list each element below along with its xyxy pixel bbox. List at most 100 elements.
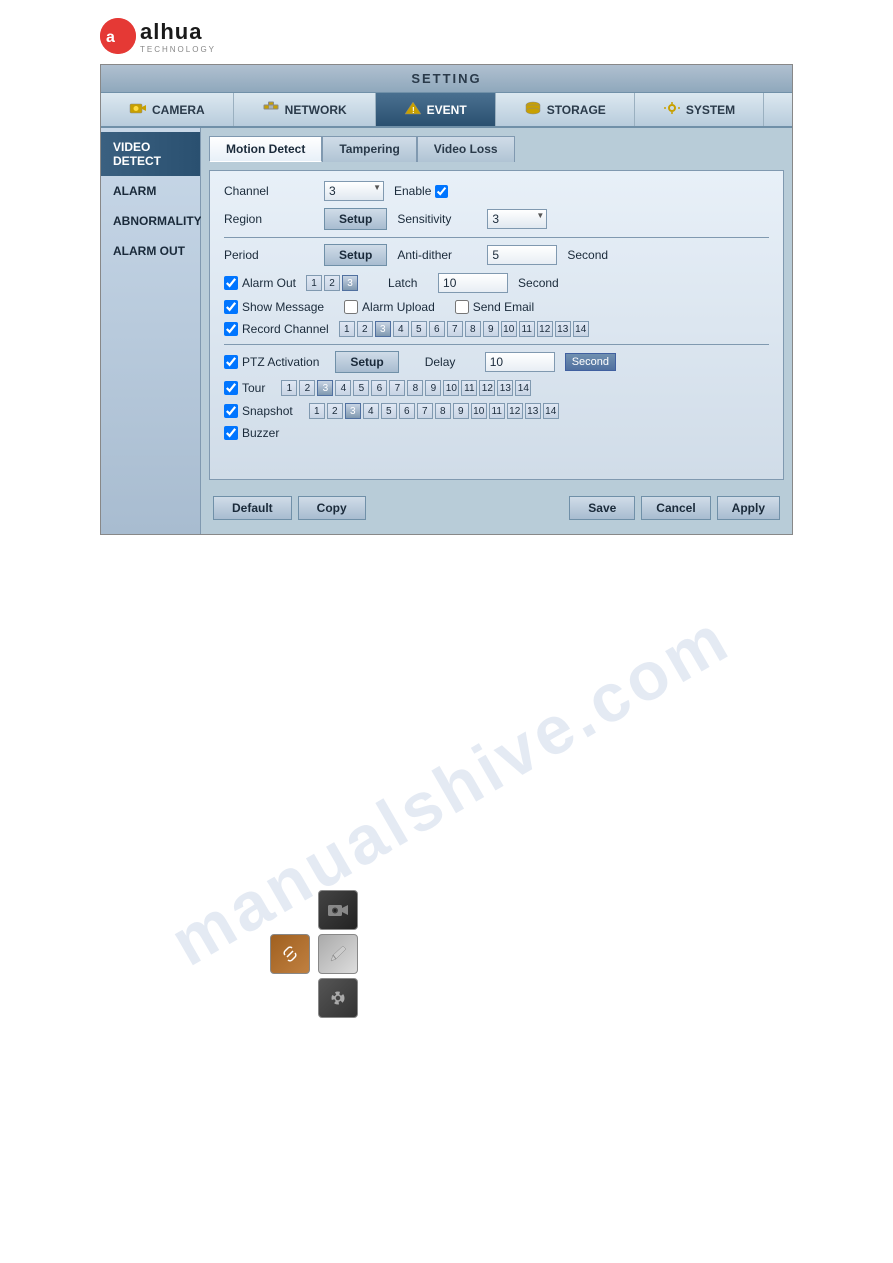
alarm-out-checkbox-label[interactable]: Alarm Out [224,276,296,290]
ptz-setup-button[interactable]: Setup [335,351,398,373]
rec-ch-4[interactable]: 4 [393,321,409,337]
tab-network[interactable]: NETWORK [234,93,376,126]
show-message-label[interactable]: Show Message [224,300,324,314]
snap-ch-13[interactable]: 13 [525,403,541,419]
latch-input[interactable] [438,273,508,293]
copy-button[interactable]: Copy [298,496,366,520]
inner-tabs: Motion Detect Tampering Video Loss [209,136,784,162]
alarm-out-ch-2[interactable]: 2 [324,275,340,291]
snapshot-checkbox[interactable] [224,404,238,418]
pencil-icon-box[interactable] [318,934,358,974]
rec-ch-10[interactable]: 10 [501,321,517,337]
tab-tampering[interactable]: Tampering [322,136,416,162]
ptz-activation-label[interactable]: PTZ Activation [224,355,319,369]
show-message-checkbox[interactable] [224,300,238,314]
rec-ch-1[interactable]: 1 [339,321,355,337]
cancel-button[interactable]: Cancel [641,496,710,520]
delay-unit-button[interactable]: Second [565,353,616,371]
snap-ch-10[interactable]: 10 [471,403,487,419]
tour-ch-12[interactable]: 12 [479,380,495,396]
channel-select[interactable]: 3 1 2 4 [324,181,384,201]
sidebar-item-video-detect[interactable]: VIDEO DETECT [101,132,200,176]
sidebar-item-alarm-out[interactable]: ALARM OUT [101,236,200,266]
rec-ch-5[interactable]: 5 [411,321,427,337]
snap-ch-3[interactable]: 3 [345,403,361,419]
tab-storage[interactable]: STORAGE [496,93,635,126]
alarm-upload-label[interactable]: Alarm Upload [344,300,435,314]
camera-icon-box[interactable] [318,890,358,930]
rec-ch-11[interactable]: 11 [519,321,535,337]
buzzer-checkbox[interactable] [224,426,238,440]
tour-ch-14[interactable]: 14 [515,380,531,396]
snap-ch-12[interactable]: 12 [507,403,523,419]
tab-motion-detect[interactable]: Motion Detect [209,136,322,162]
snapshot-checkbox-label[interactable]: Snapshot [224,404,293,418]
record-channel-checkbox-label[interactable]: Record Channel [224,322,329,336]
sidebar-item-abnormality[interactable]: ABNORMALITY [101,206,200,236]
tour-ch-1[interactable]: 1 [281,380,297,396]
snap-ch-8[interactable]: 8 [435,403,451,419]
link-icon-box[interactable] [270,934,310,974]
alarm-out-checkbox[interactable] [224,276,238,290]
ptz-activation-checkbox[interactable] [224,355,238,369]
snap-ch-6[interactable]: 6 [399,403,415,419]
snap-ch-11[interactable]: 11 [489,403,505,419]
send-email-checkbox[interactable] [455,300,469,314]
tour-ch-2[interactable]: 2 [299,380,315,396]
delay-input[interactable] [485,352,555,372]
record-channel-checkbox[interactable] [224,322,238,336]
alarm-upload-checkbox[interactable] [344,300,358,314]
tour-ch-7[interactable]: 7 [389,380,405,396]
tour-ch-6[interactable]: 6 [371,380,387,396]
content-area: Motion Detect Tampering Video Loss Chann… [201,128,792,534]
default-button[interactable]: Default [213,496,292,520]
rec-ch-8[interactable]: 8 [465,321,481,337]
tab-system[interactable]: SYSTEM [635,93,764,126]
tour-ch-10[interactable]: 10 [443,380,459,396]
rec-ch-9[interactable]: 9 [483,321,499,337]
snap-ch-4[interactable]: 4 [363,403,379,419]
period-setup-button[interactable]: Setup [324,244,387,266]
anti-dither-input[interactable] [487,245,557,265]
rec-ch-6[interactable]: 6 [429,321,445,337]
buzzer-checkbox-label[interactable]: Buzzer [224,426,279,440]
snap-ch-1[interactable]: 1 [309,403,325,419]
apply-button[interactable]: Apply [717,496,780,520]
tab-motion-detect-label: Motion Detect [226,142,305,156]
rec-ch-2[interactable]: 2 [357,321,373,337]
snap-ch-9[interactable]: 9 [453,403,469,419]
enable-checkbox[interactable] [435,185,448,198]
alarm-out-ch-1[interactable]: 1 [306,275,322,291]
send-email-label[interactable]: Send Email [455,300,534,314]
save-button[interactable]: Save [569,496,635,520]
region-setup-button[interactable]: Setup [324,208,387,230]
tour-checkbox[interactable] [224,381,238,395]
tour-ch-13[interactable]: 13 [497,380,513,396]
rec-ch-12[interactable]: 12 [537,321,553,337]
tour-checkbox-label[interactable]: Tour [224,381,265,395]
tour-ch-8[interactable]: 8 [407,380,423,396]
tour-ch-3[interactable]: 3 [317,380,333,396]
tour-ch-11[interactable]: 11 [461,380,477,396]
tour-ch-9[interactable]: 9 [425,380,441,396]
snap-ch-14[interactable]: 14 [543,403,559,419]
rec-ch-13[interactable]: 13 [555,321,571,337]
gear-icon-box[interactable] [318,978,358,1018]
tab-event[interactable]: ! EVENT [376,93,496,126]
sidebar: VIDEO DETECT ALARM ABNORMALITY ALARM OUT [101,128,201,534]
rec-ch-14[interactable]: 14 [573,321,589,337]
tab-video-loss[interactable]: Video Loss [417,136,515,162]
rec-ch-3[interactable]: 3 [375,321,391,337]
sensitivity-select[interactable]: 3 1 2 4 5 [487,209,547,229]
watermark: manualshive.com [120,520,780,1060]
snap-ch-5[interactable]: 5 [381,403,397,419]
tab-camera[interactable]: CAMERA [101,93,234,126]
sidebar-item-alarm[interactable]: ALARM [101,176,200,206]
channel-row: Channel 3 1 2 4 Enable [224,181,769,201]
snap-ch-7[interactable]: 7 [417,403,433,419]
tour-ch-5[interactable]: 5 [353,380,369,396]
alarm-out-ch-3[interactable]: 3 [342,275,358,291]
tour-ch-4[interactable]: 4 [335,380,351,396]
rec-ch-7[interactable]: 7 [447,321,463,337]
snap-ch-2[interactable]: 2 [327,403,343,419]
